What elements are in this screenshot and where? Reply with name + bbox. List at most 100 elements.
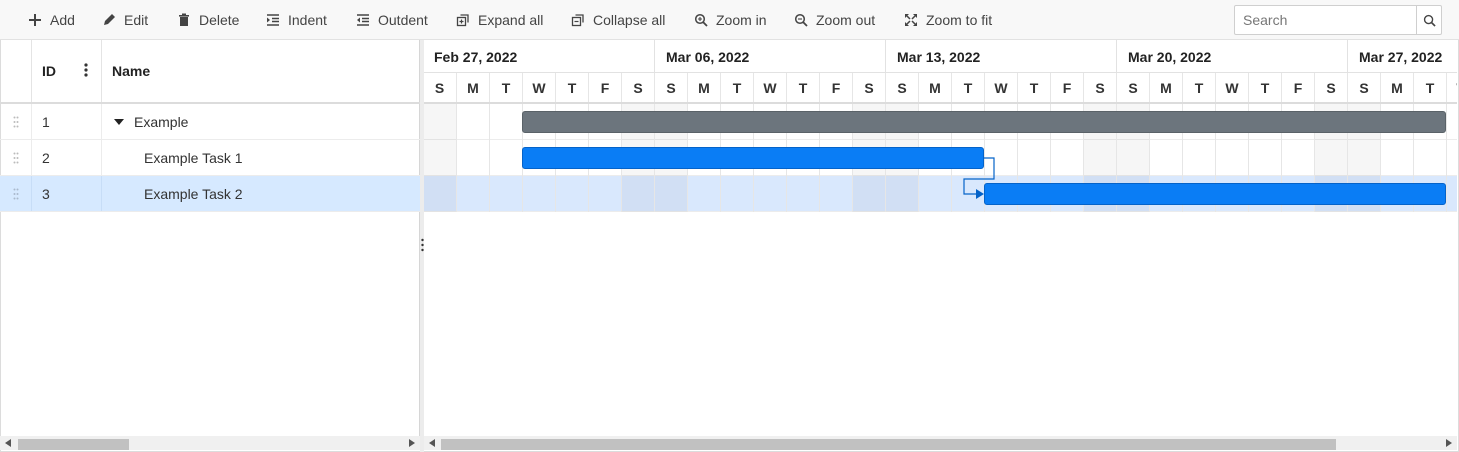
expand-all-icon (456, 14, 469, 27)
search-icon (1423, 14, 1436, 27)
zoom-out-button[interactable]: Zoom out (794, 0, 875, 40)
edit-button[interactable]: Edit (102, 0, 148, 40)
collapse-all-button-label: Collapse all (593, 12, 666, 28)
scroll-right-arrow-icon[interactable] (1446, 439, 1452, 447)
day-label: F (1281, 73, 1314, 102)
day-label: S (621, 73, 654, 102)
day-label: S (1083, 73, 1116, 102)
timeline-horizontal-scrollbar[interactable] (424, 436, 1457, 450)
delete-button[interactable]: Delete (177, 0, 239, 40)
zoom-in-icon (694, 13, 708, 27)
day-label: T (951, 73, 984, 102)
edit-button-label: Edit (124, 12, 149, 28)
day-label: M (918, 73, 951, 102)
indent-button-label: Indent (288, 12, 327, 28)
week-label: Mar 13, 2022 (885, 40, 1116, 73)
day-label: S (1314, 73, 1347, 102)
task-grid: ID Name 1 Example 2 Example Task 1 3 Exa… (0, 40, 420, 436)
day-label: F (1050, 73, 1083, 102)
column-menu-icon[interactable] (84, 63, 88, 77)
table-row[interactable]: 3 Example Task 2 (0, 176, 420, 212)
collapse-all-button[interactable]: Collapse all (571, 0, 665, 40)
zoom-in-button[interactable]: Zoom in (694, 0, 767, 40)
timeline-weeks-header: Feb 27, 2022 Mar 06, 2022 Mar 13, 2022 Mar … (424, 40, 1457, 73)
row-id: 1 (32, 104, 102, 139)
day-label: S (654, 73, 687, 102)
row-drag-handle[interactable] (0, 176, 32, 211)
day-label: M (456, 73, 489, 102)
day-label: M (687, 73, 720, 102)
drag-column-header (0, 40, 32, 102)
row-id: 2 (32, 140, 102, 175)
outdent-icon (357, 14, 369, 26)
day-label: W (1215, 73, 1248, 102)
id-column-header[interactable]: ID (32, 40, 102, 102)
day-label: W (984, 73, 1017, 102)
name-header-label: Name (112, 63, 151, 79)
scroll-left-arrow-icon[interactable] (429, 439, 435, 447)
day-label: T (1248, 73, 1281, 102)
grid-horizontal-scrollbar[interactable] (0, 436, 420, 450)
table-row[interactable]: 1 Example (0, 104, 420, 140)
zoom-to-fit-icon (905, 14, 917, 26)
row-name: Example (134, 113, 189, 130)
scroll-right-arrow-icon[interactable] (409, 439, 415, 447)
day-label: T (1182, 73, 1215, 102)
plus-icon (29, 14, 41, 26)
day-label: M (1380, 73, 1413, 102)
search-input[interactable] (1235, 6, 1417, 34)
outdent-button[interactable]: Outdent (356, 0, 428, 40)
name-column-header[interactable]: Name (102, 40, 420, 102)
drag-handle-icon (13, 152, 18, 163)
dependency-lines (963, 157, 995, 199)
zoom-in-button-label: Zoom in (716, 12, 767, 28)
dependency-line[interactable] (963, 157, 995, 195)
dependency-arrow-icon (976, 189, 984, 199)
drag-handle-icon (13, 188, 18, 199)
day-label: T (786, 73, 819, 102)
week-label: Mar 20, 2022 (1116, 40, 1347, 73)
collapse-all-icon (571, 14, 584, 27)
indent-icon (267, 14, 279, 26)
zoom-to-fit-button[interactable]: Zoom to fit (904, 0, 992, 40)
week-label: Feb 27, 2022 (434, 48, 518, 65)
row-drag-handle[interactable] (0, 104, 32, 139)
search-box (1234, 5, 1442, 35)
timeline-body (424, 104, 1457, 212)
collapse-caret-icon[interactable] (114, 118, 124, 125)
week-label: Mar 06, 2022 (654, 40, 885, 73)
scroll-left-arrow-icon[interactable] (5, 439, 11, 447)
day-label: F (819, 73, 852, 102)
row-id: 3 (32, 176, 102, 211)
day-label: S (852, 73, 885, 102)
expand-all-button[interactable]: Expand all (456, 0, 543, 40)
day-label: W (1446, 73, 1457, 102)
grid-scroll-thumb[interactable] (18, 439, 129, 450)
add-button[interactable]: Add (28, 0, 75, 40)
day-label: W (753, 73, 786, 102)
indent-button[interactable]: Indent (266, 0, 327, 40)
id-header-label: ID (42, 63, 56, 79)
day-label: T (720, 73, 753, 102)
table-row[interactable]: 2 Example Task 1 (0, 140, 420, 176)
week-label: Mar 27, 2022 (1347, 40, 1457, 73)
grid-header: ID Name (0, 40, 420, 104)
day-label: S (434, 79, 445, 96)
day-label: T (489, 73, 522, 102)
day-label: S (885, 73, 918, 102)
zoom-to-fit-button-label: Zoom to fit (926, 12, 993, 28)
expand-all-button-label: Expand all (478, 12, 544, 28)
zoom-out-button-label: Zoom out (816, 12, 876, 28)
day-label: W (522, 73, 555, 102)
search-button[interactable] (1416, 6, 1441, 34)
day-label: T (1017, 73, 1050, 102)
timeline-scroll-thumb[interactable] (441, 439, 1336, 450)
day-label: M (1149, 73, 1182, 102)
row-name: Example Task 1 (144, 149, 243, 166)
add-button-label: Add (50, 12, 75, 28)
row-drag-handle[interactable] (0, 140, 32, 175)
day-label: S (1116, 73, 1149, 102)
zoom-out-icon (794, 13, 808, 27)
day-label: F (588, 73, 621, 102)
delete-button-label: Delete (199, 12, 240, 28)
